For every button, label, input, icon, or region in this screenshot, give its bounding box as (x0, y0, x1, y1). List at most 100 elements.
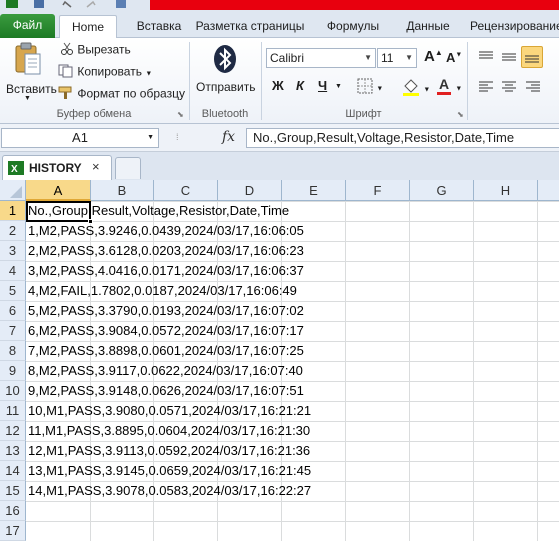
row-header[interactable]: 11 (0, 401, 26, 421)
row-header[interactable]: 8 (0, 341, 26, 361)
dialog-launcher-icon[interactable]: ⬊ (457, 110, 464, 119)
column-header-h[interactable]: H (474, 180, 538, 201)
dialog-launcher-icon[interactable]: ⬊ (177, 110, 184, 119)
underline-button[interactable]: Ч (318, 78, 327, 93)
column-line (345, 201, 346, 541)
column-header-d[interactable]: D (218, 180, 282, 201)
column-header-c[interactable]: C (154, 180, 218, 201)
cell-a8[interactable]: 7,M2,PASS,3.8898,0.0601,2024/03/17,16:07… (27, 341, 304, 361)
cell-a12[interactable]: 11,M1,PASS,3.8895,0.0604,2024/03/17,16:2… (27, 421, 310, 441)
tab-file[interactable]: Файл (0, 14, 55, 38)
row-header[interactable]: 2 (0, 221, 26, 241)
borders-button[interactable]: ▼ (357, 78, 383, 97)
close-icon[interactable]: × (92, 159, 100, 174)
align-top-button[interactable] (478, 50, 494, 67)
cell-a7[interactable]: 6,M2,PASS,3.9084,0.0572,2024/03/17,16:07… (27, 321, 304, 341)
column-header-g[interactable]: G (410, 180, 474, 201)
chevron-down-icon: ▼ (423, 86, 431, 94)
resize-handle-icon[interactable]: ⁞ (176, 132, 179, 142)
row-header[interactable]: 7 (0, 321, 26, 341)
tab-insert[interactable]: Вставка (128, 15, 190, 38)
tab-home[interactable]: Home (59, 15, 117, 39)
row-header[interactable]: 3 (0, 241, 26, 261)
chevron-down-icon: ▼ (376, 85, 384, 93)
font-name-select[interactable]: Calibri ▼ (266, 48, 376, 68)
row-header[interactable]: 17 (0, 521, 26, 541)
tab-review[interactable]: Рецензирование (470, 15, 559, 38)
column-header-a[interactable]: A (26, 180, 91, 201)
align-left-button[interactable] (478, 80, 494, 97)
spreadsheet-grid[interactable]: A B C D E F G H 1 2 3 4 5 6 7 8 9 10 11 … (0, 180, 559, 541)
save-icon[interactable] (34, 0, 44, 8)
copy-button[interactable]: Копировать ▼ (58, 64, 152, 81)
name-box[interactable]: A1 ▼ (1, 128, 159, 148)
cut-button[interactable]: Вырезать (60, 42, 131, 59)
workbook-tab-history[interactable]: X HISTORY × (2, 155, 112, 180)
cell-a10[interactable]: 9,M2,PASS,3.9148,0.0626,2024/03/17,16:07… (27, 381, 304, 401)
row-header[interactable]: 1 (0, 201, 26, 221)
align-center-button[interactable] (501, 80, 517, 97)
cell-a6[interactable]: 5,M2,PASS,3.3790,0.0193,2024/03/17,16:07… (27, 301, 304, 321)
excel-window: Файл Home Вставка Разметка страницы Форм… (0, 0, 559, 541)
row-header[interactable]: 6 (0, 301, 26, 321)
row-header[interactable]: 4 (0, 261, 26, 281)
font-color-button[interactable]: A ▼ (436, 76, 462, 99)
tab-page-layout[interactable]: Разметка страницы (195, 15, 305, 38)
bluetooth-send-button[interactable]: Отправить (194, 42, 256, 104)
customize-qat-icon[interactable] (116, 0, 130, 8)
cell-a11[interactable]: 10,M1,PASS,3.9080,0.0571,2024/03/17,16:2… (27, 401, 311, 421)
column-header-partial[interactable] (538, 180, 559, 201)
align-middle-button[interactable] (501, 50, 517, 67)
title-highlight (150, 0, 559, 10)
cell-a3[interactable]: 2,M2,PASS,3.6128,0.0203,2024/03/17,16:06… (27, 241, 304, 261)
ribbon-tabs: Файл Home Вставка Разметка страницы Форм… (0, 10, 559, 39)
row-header[interactable]: 14 (0, 461, 26, 481)
chevron-down-icon: ▼ (24, 95, 31, 102)
font-size-select[interactable]: 11 ▼ (377, 48, 417, 68)
clipboard-group-label: Буфер обмена (56, 108, 132, 120)
bold-button[interactable]: Ж (272, 78, 284, 93)
cell-a13[interactable]: 12,M1,PASS,3.9113,0.0592,2024/03/17,16:2… (27, 441, 310, 461)
row-header[interactable]: 15 (0, 481, 26, 501)
align-bottom-button[interactable] (521, 46, 543, 68)
row-header[interactable]: 16 (0, 501, 26, 521)
row-header[interactable]: 12 (0, 421, 26, 441)
fill-handle[interactable] (88, 219, 93, 224)
redo-icon[interactable] (86, 0, 96, 8)
column-header-f[interactable]: F (346, 180, 410, 201)
cut-label: Вырезать (77, 42, 131, 57)
cell-a4[interactable]: 3,M2,PASS,4.0416,0.0171,2024/03/17,16:06… (27, 261, 304, 281)
insert-function-icon[interactable]: fx (222, 129, 235, 145)
tab-formulas[interactable]: Формулы (322, 15, 384, 38)
cell-a9[interactable]: 8,M2,PASS,3.9117,0.0622,2024/03/17,16:07… (27, 361, 303, 381)
column-header-b[interactable]: B (91, 180, 154, 201)
copy-icon (58, 64, 74, 81)
cell-a2[interactable]: 1,M2,PASS,3.9246,0.0439,2024/03/17,16:06… (27, 221, 304, 241)
align-right-button[interactable] (525, 80, 541, 97)
chevron-down-icon: ▼ (145, 70, 153, 78)
decrease-font-icon[interactable]: A▼ (446, 50, 462, 65)
row-header[interactable]: 5 (0, 281, 26, 301)
format-painter-icon (58, 86, 74, 103)
italic-button[interactable]: К (296, 78, 304, 93)
row-header[interactable]: 13 (0, 441, 26, 461)
fill-color-button[interactable]: ▼ (402, 78, 430, 99)
paste-button[interactable]: Вставить ▼ (6, 42, 57, 104)
new-workbook-tab[interactable] (115, 157, 141, 179)
cell-a15[interactable]: 14,M1,PASS,3.9078,0.0583,2024/03/17,16:2… (27, 481, 311, 501)
formula-input[interactable]: No.,Group,Result,Voltage,Resistor,Date,T… (246, 128, 559, 148)
undo-icon[interactable] (62, 0, 72, 8)
cell-a5[interactable]: 4,M2,FAIL,1.7802,0.0187,2024/03/17,16:06… (27, 281, 297, 301)
ribbon-home: Вставить ▼ Вырезать Копировать ▼ Формат … (0, 38, 559, 124)
column-header-e[interactable]: E (282, 180, 346, 201)
copy-label: Копировать (77, 64, 142, 79)
cell-a14[interactable]: 13,M1,PASS,3.9145,0.0659,2024/03/17,16:2… (27, 461, 311, 481)
increase-font-icon[interactable]: A▲ (424, 48, 443, 65)
row-header[interactable]: 9 (0, 361, 26, 381)
tab-data[interactable]: Данные (400, 15, 456, 38)
row-header[interactable]: 10 (0, 381, 26, 401)
chevron-down-icon[interactable]: ▼ (335, 83, 342, 90)
workbook-tab-label: HISTORY (29, 161, 82, 175)
select-all-corner[interactable] (0, 180, 26, 201)
format-painter-button[interactable]: Формат по образцу (58, 86, 185, 103)
